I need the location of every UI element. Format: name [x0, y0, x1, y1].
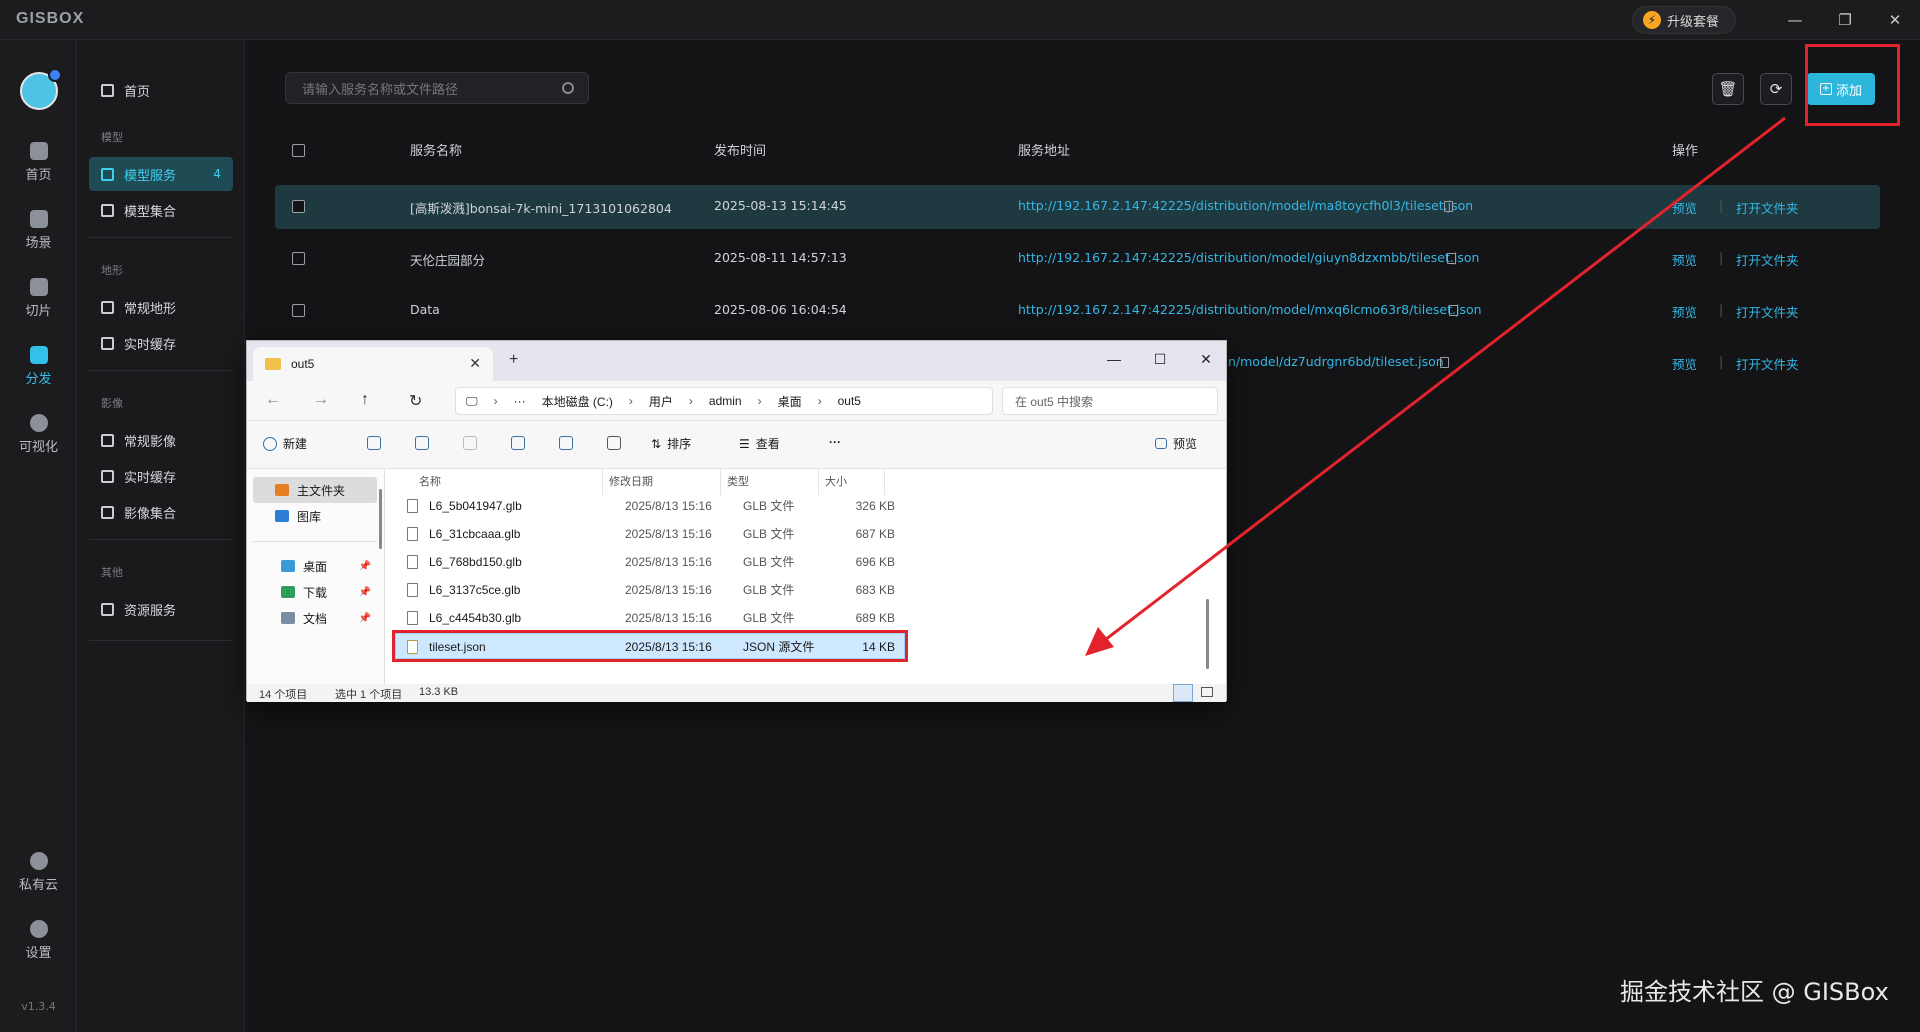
watermark: 掘金技术社区 @ GISBox: [1620, 978, 1889, 1006]
annotation-arrow: [1085, 116, 1786, 656]
arrow-line: [1104, 116, 1786, 642]
arrow-head: [1085, 627, 1114, 656]
